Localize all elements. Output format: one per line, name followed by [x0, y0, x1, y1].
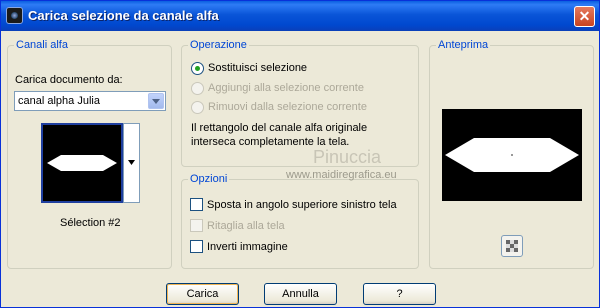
- selection-shape-icon: [47, 155, 117, 171]
- checkbox-sposta[interactable]: [190, 198, 203, 211]
- checkbox-inverti-label[interactable]: Inverti immagine: [207, 241, 288, 253]
- document-select-value: canal alpha Julia: [18, 95, 100, 107]
- operazione-info-line1: Il rettangolo del canale alfa originale: [191, 122, 368, 134]
- preview-shape-icon: [445, 138, 579, 172]
- checkbox-ritaglia-label[interactable]: Ritaglia alla tela: [207, 220, 285, 232]
- preview-canvas: [442, 109, 582, 201]
- window-title: Carica selezione da canale alfa: [28, 8, 219, 23]
- selection-name: Sélection #2: [60, 217, 121, 229]
- canali-alfa-title: Canali alfa: [14, 39, 70, 51]
- chevron-down-icon[interactable]: [148, 93, 164, 109]
- radio-sostituisci[interactable]: [191, 62, 204, 75]
- load-button[interactable]: Carica: [166, 283, 239, 305]
- radio-aggiungi[interactable]: [191, 82, 204, 95]
- opzioni-title: Opzioni: [188, 173, 230, 185]
- document-select[interactable]: canal alpha Julia: [14, 91, 166, 111]
- selection-thumbnail[interactable]: [41, 123, 123, 203]
- dialog-window: Carica selezione da canale alfa ✕ Canali…: [0, 0, 600, 308]
- checkerboard-icon: [506, 240, 518, 252]
- document-label: Carica documento da:: [15, 74, 123, 86]
- app-icon: [6, 7, 23, 24]
- thumbnail-dropdown-button[interactable]: [123, 123, 140, 203]
- checkbox-inverti[interactable]: [190, 240, 203, 253]
- watermark-url: www.maidiregrafica.eu: [286, 169, 397, 181]
- help-button[interactable]: ?: [363, 283, 436, 305]
- radio-rimuovi-label[interactable]: Rimuovi dalla selezione corrente: [208, 101, 367, 113]
- cancel-button[interactable]: Annulla: [264, 283, 337, 305]
- close-button[interactable]: ✕: [574, 6, 595, 27]
- checkbox-ritaglia[interactable]: [190, 219, 203, 232]
- watermark-name: Pinuccia: [313, 147, 382, 167]
- radio-rimuovi[interactable]: [191, 101, 204, 114]
- anteprima-title: Anteprima: [436, 39, 491, 51]
- preview-zoom-button[interactable]: [501, 235, 523, 257]
- operazione-title: Operazione: [188, 39, 249, 51]
- radio-aggiungi-label[interactable]: Aggiungi alla selezione corrente: [208, 82, 364, 94]
- checkbox-sposta-label[interactable]: Sposta in angolo superiore sinistro tela: [207, 199, 397, 211]
- radio-sostituisci-label[interactable]: Sostituisci selezione: [208, 62, 307, 74]
- dropdown-arrow-icon: [128, 160, 135, 165]
- title-bar[interactable]: Carica selezione da canale alfa ✕: [1, 1, 599, 31]
